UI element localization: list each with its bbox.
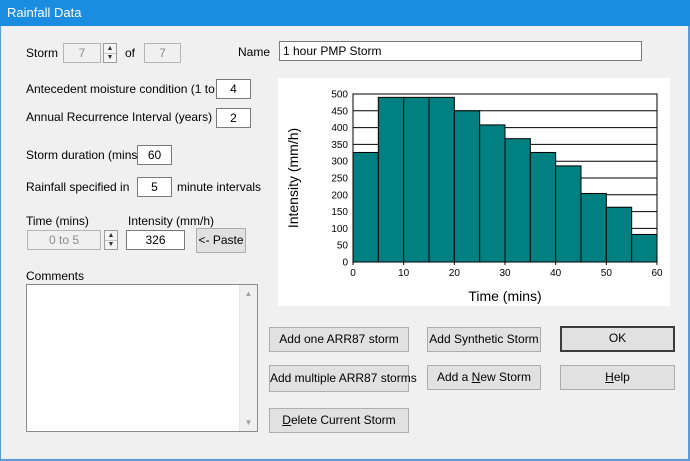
help-accel: H	[605, 370, 614, 384]
intensity-bar	[555, 165, 582, 263]
intensity-bar	[504, 138, 531, 263]
intensity-bar	[580, 192, 607, 263]
add-one-arr87-button[interactable]: Add one ARR87 storm	[269, 327, 409, 352]
add-synthetic-storm-button[interactable]: Add Synthetic Storm	[427, 327, 541, 352]
rainfall-chart-svg: 0 50 100 150 200 250 300 350 400 450 500 0 10 20 30 40 5…	[285, 90, 663, 305]
intensity-bar	[352, 151, 379, 263]
intensity-bar	[529, 151, 557, 263]
y-tick-label: 450	[331, 106, 348, 117]
storm-spinner[interactable]: ▲ ▼	[103, 43, 117, 63]
y-tick-label: 250	[331, 174, 348, 185]
intensity-bar	[479, 124, 506, 263]
x-tick-label: 0	[350, 268, 356, 279]
intensity-bar	[605, 206, 633, 263]
y-tick-label: 100	[331, 224, 348, 235]
title-bar: Rainfall Data	[0, 0, 690, 26]
delete-accel: D	[282, 413, 291, 427]
spin-down-icon[interactable]: ▼	[104, 53, 116, 62]
add-new-storm-label-pre: Add a	[436, 370, 472, 384]
intensity-bar	[453, 110, 481, 263]
y-tick-label: 300	[331, 157, 348, 168]
y-tick-label: 0	[342, 258, 348, 269]
spin-down-icon[interactable]: ▼	[105, 240, 117, 249]
intensity-label: Intensity (mm/h)	[128, 214, 215, 228]
delete-current-storm-button[interactable]: Delete Current Storm	[269, 408, 409, 433]
help-button[interactable]: Help	[560, 365, 675, 390]
add-new-storm-label-post: ew Storm	[480, 370, 532, 384]
name-input[interactable]: 1 hour PMP Storm	[279, 41, 642, 61]
window-border-left	[0, 26, 1, 461]
x-tick-label: 40	[550, 268, 562, 279]
duration-label: Storm duration (mins)	[26, 148, 142, 162]
y-tick-label: 350	[331, 140, 348, 151]
x-axis-title: Time (mins)	[468, 288, 541, 304]
y-tick-label: 400	[331, 123, 348, 134]
time-spinner[interactable]: ▲ ▼	[104, 230, 118, 250]
y-tick-label: 500	[331, 90, 348, 101]
window-title: Rainfall Data	[7, 5, 82, 20]
intensity-bar	[403, 96, 430, 263]
y-axis-title: Intensity (mm/h)	[285, 128, 301, 228]
name-label: Name	[238, 45, 271, 59]
antecedent-label: Antecedent moisture condition (1 to 4)	[26, 82, 229, 96]
interval-suffix: minute intervals	[177, 180, 262, 194]
add-new-storm-button[interactable]: Add a New Storm	[427, 365, 541, 390]
y-tick-label: 50	[337, 241, 349, 252]
interval-label: Rainfall specified in	[26, 180, 130, 194]
help-label-post: elp	[613, 370, 630, 384]
comments-label: Comments	[26, 269, 85, 283]
duration-input[interactable]: 60	[137, 145, 172, 165]
comments-textarea[interactable]: ▲ ▼	[26, 284, 258, 432]
y-tick-label: 200	[331, 190, 348, 201]
x-tick-label: 10	[398, 268, 410, 279]
ari-input[interactable]: 2	[216, 108, 251, 128]
time-field[interactable]: 0 to 5	[27, 230, 101, 250]
interval-input[interactable]: 5	[137, 177, 172, 197]
scroll-up-icon[interactable]: ▲	[240, 289, 257, 298]
ari-label: Annual Recurrence Interval (years)	[26, 110, 213, 124]
y-tick-label: 150	[331, 207, 348, 218]
time-label: Time (mins)	[26, 214, 89, 228]
x-tick-label: 20	[449, 268, 461, 279]
storm-of-label: of	[125, 46, 136, 60]
storm-number-field[interactable]: 7	[63, 43, 101, 63]
comments-scrollbar[interactable]: ▲ ▼	[239, 285, 257, 431]
paste-button[interactable]: <- Paste	[196, 228, 246, 253]
delete-label-post: elete Current Storm	[290, 413, 396, 427]
x-tick-label: 60	[651, 268, 663, 279]
x-tick-label: 50	[601, 268, 613, 279]
scroll-down-icon[interactable]: ▼	[240, 418, 257, 427]
intensity-bar	[428, 96, 455, 263]
add-multiple-arr87-button[interactable]: Add multiple ARR87 storms	[269, 365, 417, 392]
storm-total-field: 7	[144, 43, 181, 63]
intensity-bar	[631, 233, 658, 263]
rainfall-chart: 0 50 100 150 200 250 300 350 400 450 500 0 10 20 30 40 5…	[278, 78, 670, 306]
x-tick-label: 30	[499, 268, 511, 279]
intensity-bar	[377, 96, 405, 263]
antecedent-input[interactable]: 4	[216, 79, 251, 99]
intensity-input[interactable]: 326	[126, 230, 185, 250]
storm-label: Storm	[26, 46, 59, 60]
ok-button[interactable]: OK	[560, 326, 675, 352]
